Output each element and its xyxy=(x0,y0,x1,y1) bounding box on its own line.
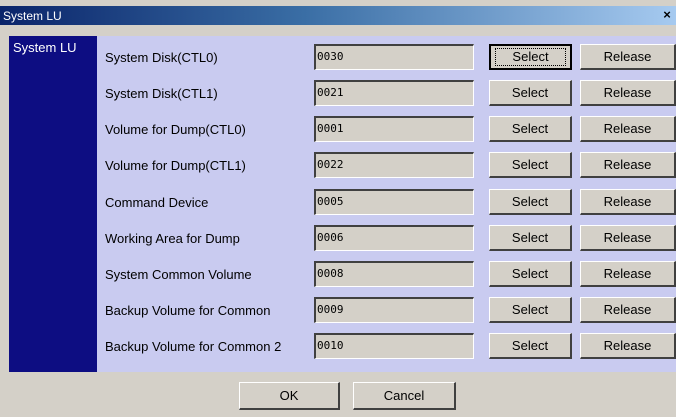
select-button[interactable]: Select xyxy=(489,189,572,215)
select-button-label: Select xyxy=(495,48,566,66)
release-button[interactable]: Release xyxy=(580,189,676,215)
lu-row: System Disk(CTL1) 0021 Select Release xyxy=(105,80,676,106)
lu-row: Volume for Dump(CTL1) 0022 Select Release xyxy=(105,152,676,178)
lu-row: Backup Volume for Common 2 0010 Select Rele… xyxy=(105,333,676,359)
title-bar[interactable]: System LU × xyxy=(0,6,676,25)
lu-number-field[interactable]: 0001 xyxy=(314,116,474,142)
release-button[interactable]: Release xyxy=(580,261,676,287)
lu-row-label: System Disk(CTL1) xyxy=(105,86,218,101)
release-button[interactable]: Release xyxy=(580,333,676,359)
lu-row: Command Device 0005 Select Release xyxy=(105,189,676,215)
lu-number-field[interactable]: 0021 xyxy=(314,80,474,106)
lu-row-label: Backup Volume for Common 2 xyxy=(105,339,282,354)
release-button[interactable]: Release xyxy=(580,116,676,142)
lu-number-field[interactable]: 0009 xyxy=(314,297,474,323)
lu-row-label: Working Area for Dump xyxy=(105,231,240,246)
release-button[interactable]: Release xyxy=(580,80,676,106)
lu-number-field[interactable]: 0010 xyxy=(314,333,474,359)
lu-number-field[interactable]: 0008 xyxy=(314,261,474,287)
release-button[interactable]: Release xyxy=(580,152,676,178)
close-icon[interactable]: × xyxy=(660,8,674,22)
select-button[interactable]: Select xyxy=(489,333,572,359)
lu-row-label: Volume for Dump(CTL0) xyxy=(105,122,246,137)
lu-row-label: Volume for Dump(CTL1) xyxy=(105,158,246,173)
window-title: System LU xyxy=(3,9,62,23)
lu-row: Working Area for Dump 0006 Select Release xyxy=(105,225,676,251)
select-button[interactable]: Select xyxy=(489,261,572,287)
lu-number-field[interactable]: 0006 xyxy=(314,225,474,251)
select-button[interactable]: Select xyxy=(489,80,572,106)
lu-number-field[interactable]: 0022 xyxy=(314,152,474,178)
select-button[interactable]: Select xyxy=(489,44,572,70)
lu-row-label: Backup Volume for Common xyxy=(105,303,271,318)
release-button[interactable]: Release xyxy=(580,297,676,323)
ok-button[interactable]: OK xyxy=(239,382,340,410)
release-button[interactable]: Release xyxy=(580,225,676,251)
sidebar: System LU xyxy=(9,36,97,372)
lu-row: System Common Volume 0008 Select Release xyxy=(105,261,676,287)
release-button[interactable]: Release xyxy=(580,44,676,70)
lu-row-label: System Disk(CTL0) xyxy=(105,50,218,65)
content-panel: System LU System Disk(CTL0) 0030 Select Rel… xyxy=(9,36,676,372)
select-button[interactable]: Select xyxy=(489,152,572,178)
select-button[interactable]: Select xyxy=(489,116,572,142)
lu-row: System Disk(CTL0) 0030 Select Release xyxy=(105,44,676,70)
lu-row: Backup Volume for Common 0009 Select Releas… xyxy=(105,297,676,323)
system-lu-dialog: System LU × System LU System Disk(CTL0) 0… xyxy=(0,0,676,417)
lu-row: Volume for Dump(CTL0) 0001 Select Release xyxy=(105,116,676,142)
cancel-button[interactable]: Cancel xyxy=(353,382,456,410)
sidebar-item-system-lu[interactable]: System LU xyxy=(13,40,77,55)
lu-row-label: Command Device xyxy=(105,195,209,210)
select-button[interactable]: Select xyxy=(489,225,572,251)
lu-number-field[interactable]: 0005 xyxy=(314,189,474,215)
lu-number-field[interactable]: 0030 xyxy=(314,44,474,70)
lu-row-label: System Common Volume xyxy=(105,267,252,282)
select-button[interactable]: Select xyxy=(489,297,572,323)
